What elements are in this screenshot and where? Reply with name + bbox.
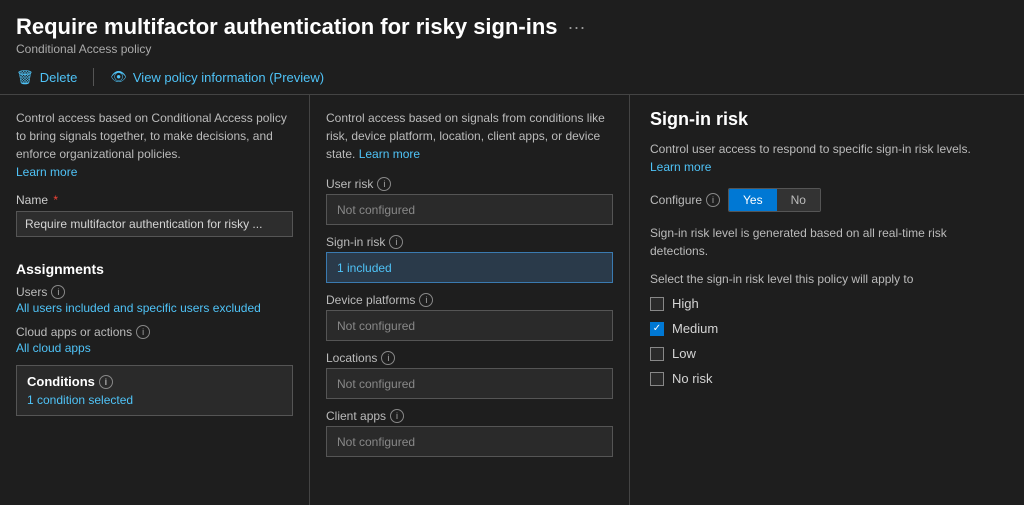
risk-select-title: Select the sign-in risk level this polic… — [650, 272, 1004, 286]
no-toggle-btn[interactable]: No — [777, 189, 820, 211]
checkbox-label-no-risk: No risk — [672, 371, 712, 386]
risk-info-text: Sign-in risk level is generated based on… — [650, 224, 1004, 260]
assignments-title: Assignments — [16, 261, 293, 277]
view-policy-button[interactable]: 👁 View policy information (Preview) — [110, 69, 324, 85]
locations-value-row[interactable]: Not configured — [326, 368, 613, 399]
checkbox-row: High — [650, 296, 1004, 311]
checkbox-row: Low — [650, 346, 1004, 361]
conditions-info-icon[interactable]: i — [99, 375, 113, 389]
device-platforms-info-icon[interactable]: i — [419, 293, 433, 307]
locations-row: Locations i Not configured — [326, 351, 613, 399]
checkbox-group: High Medium Low No risk — [650, 296, 1004, 386]
sign-in-risk-info-icon[interactable]: i — [389, 235, 403, 249]
page-subtitle: Conditional Access policy — [16, 42, 1008, 56]
left-panel: Control access based on Conditional Acce… — [0, 95, 310, 505]
users-info-icon[interactable]: i — [51, 285, 65, 299]
middle-description: Control access based on signals from con… — [326, 109, 613, 163]
ellipsis-menu[interactable]: ··· — [568, 17, 586, 38]
checkbox-low[interactable] — [650, 347, 664, 361]
checkbox-high[interactable] — [650, 297, 664, 311]
client-apps-row: Client apps i Not configured — [326, 409, 613, 457]
action-separator — [93, 68, 94, 86]
locations-value: Not configured — [337, 377, 415, 391]
right-learn-more-link[interactable]: Learn more — [650, 160, 711, 174]
client-apps-info-icon[interactable]: i — [390, 409, 404, 423]
locations-info-icon[interactable]: i — [381, 351, 395, 365]
sign-in-risk-value: 1 included — [337, 261, 392, 275]
client-apps-value-row[interactable]: Not configured — [326, 426, 613, 457]
name-field-group: Name * — [16, 193, 293, 251]
checkbox-label-medium: Medium — [672, 321, 718, 336]
configure-row: Configure i Yes No — [650, 188, 1004, 212]
main-content: Control access based on Conditional Acce… — [0, 95, 1024, 505]
device-platforms-value: Not configured — [337, 319, 415, 333]
configure-info-icon[interactable]: i — [706, 193, 720, 207]
users-value[interactable]: All users included and specific users ex… — [16, 301, 293, 315]
conditions-section[interactable]: Conditions i 1 condition selected — [16, 365, 293, 416]
cloud-apps-info-icon[interactable]: i — [136, 325, 150, 339]
delete-button[interactable]: 🗑 Delete — [16, 69, 77, 86]
cloud-apps-assignment: Cloud apps or actions i All cloud apps — [16, 325, 293, 355]
device-platforms-value-row[interactable]: Not configured — [326, 310, 613, 341]
sign-in-risk-value-row[interactable]: 1 included — [326, 252, 613, 283]
page-header: Require multifactor authentication for r… — [0, 0, 1024, 95]
configure-toggle[interactable]: Yes No — [728, 188, 821, 212]
required-indicator: * — [53, 193, 58, 207]
conditions-value: 1 condition selected — [27, 393, 282, 407]
users-assignment: Users i All users included and specific … — [16, 285, 293, 315]
eye-icon: 👁 — [110, 69, 127, 85]
checkbox-row: Medium — [650, 321, 1004, 336]
client-apps-value: Not configured — [337, 435, 415, 449]
middle-learn-more-link[interactable]: Learn more — [359, 147, 420, 161]
page-title: Require multifactor authentication for r… — [16, 14, 558, 40]
yes-toggle-btn[interactable]: Yes — [729, 189, 777, 211]
name-label: Name * — [16, 193, 293, 207]
checkbox-medium[interactable] — [650, 322, 664, 336]
left-description: Control access based on Conditional Acce… — [16, 109, 293, 181]
middle-panel: Control access based on signals from con… — [310, 95, 630, 505]
user-risk-value-row[interactable]: Not configured — [326, 194, 613, 225]
header-actions: 🗑 Delete 👁 View policy information (Prev… — [16, 64, 1008, 90]
sign-in-risk-row: Sign-in risk i 1 included — [326, 235, 613, 283]
user-risk-row: User risk i Not configured — [326, 177, 613, 225]
user-risk-info-icon[interactable]: i — [377, 177, 391, 191]
right-panel: Sign-in risk Control user access to resp… — [630, 95, 1024, 505]
checkbox-label-low: Low — [672, 346, 696, 361]
name-input[interactable] — [16, 211, 293, 237]
cloud-apps-value[interactable]: All cloud apps — [16, 341, 293, 355]
checkbox-label-high: High — [672, 296, 699, 311]
left-learn-more-link[interactable]: Learn more — [16, 165, 77, 179]
device-platforms-row: Device platforms i Not configured — [326, 293, 613, 341]
right-access-description: Control user access to respond to specif… — [650, 140, 1004, 176]
checkbox-no-risk[interactable] — [650, 372, 664, 386]
user-risk-value: Not configured — [337, 203, 415, 217]
right-panel-title: Sign-in risk — [650, 109, 1004, 130]
checkbox-row: No risk — [650, 371, 1004, 386]
trash-icon: 🗑 — [16, 69, 34, 86]
